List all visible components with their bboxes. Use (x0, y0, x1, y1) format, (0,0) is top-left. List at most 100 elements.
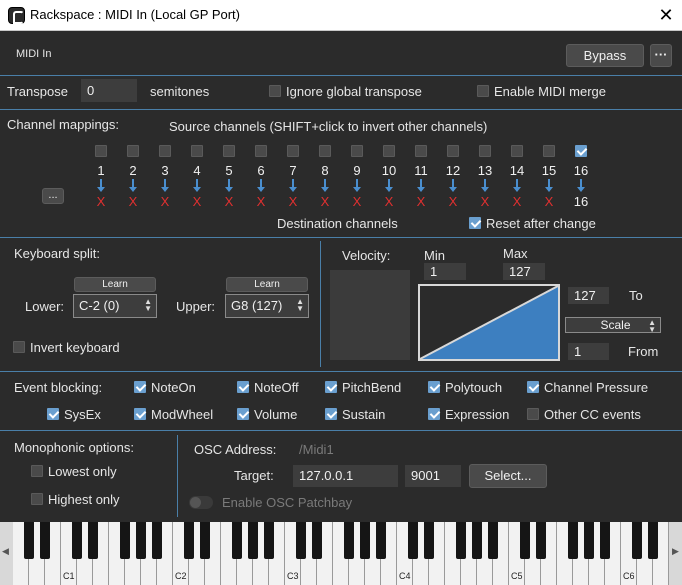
source-channel-checkbox[interactable] (447, 145, 459, 157)
destination-channel[interactable]: X (157, 194, 173, 209)
destination-channel[interactable]: X (349, 194, 365, 209)
piano-black-key[interactable] (120, 522, 130, 559)
destination-channel[interactable]: X (125, 194, 141, 209)
piano-black-key[interactable] (296, 522, 306, 559)
upper-split-select[interactable]: G8 (127) ▲ ▼ (225, 294, 309, 318)
destination-channel[interactable]: X (509, 194, 525, 209)
osc-ip-input[interactable]: 127.0.0.1 (293, 465, 398, 487)
event-block-checkbox[interactable] (47, 408, 59, 420)
piano-black-key[interactable] (152, 522, 162, 559)
velocity-to-input[interactable]: 127 (568, 287, 609, 304)
piano-black-key[interactable] (456, 522, 466, 559)
source-channel-checkbox[interactable] (223, 145, 235, 157)
piano-black-key[interactable] (408, 522, 418, 559)
piano-black-key[interactable] (648, 522, 658, 559)
velocity-min-input[interactable]: 1 (424, 263, 466, 280)
source-channel-checkbox[interactable] (287, 145, 299, 157)
velocity-mode-select[interactable]: Scale ▲ ▼ (565, 317, 661, 334)
keyboard-scroll-right[interactable]: ▶ (669, 522, 682, 585)
source-channel-checkbox[interactable] (479, 145, 491, 157)
piano-keyboard[interactable]: ◀ ▶ C1 C2 C3 C4 C5 C6 (0, 522, 682, 585)
piano-black-key[interactable] (88, 522, 98, 559)
piano-black-key[interactable] (520, 522, 530, 559)
destination-channel[interactable]: X (381, 194, 397, 209)
piano-black-key[interactable] (568, 522, 578, 559)
piano-black-key[interactable] (424, 522, 434, 559)
piano-black-key[interactable] (344, 522, 354, 559)
destination-channel[interactable]: X (445, 194, 461, 209)
lowest-only-checkbox[interactable] (31, 465, 43, 477)
source-channel-checkbox[interactable] (511, 145, 523, 157)
source-channel-checkbox[interactable] (127, 145, 139, 157)
source-channel-checkbox[interactable] (255, 145, 267, 157)
source-channel-checkbox[interactable] (319, 145, 331, 157)
piano-black-key[interactable] (632, 522, 642, 559)
ignore-global-transpose-checkbox[interactable] (269, 85, 281, 97)
osc-port-input[interactable]: 9001 (405, 465, 461, 487)
piano-black-key[interactable] (360, 522, 370, 559)
destination-channel[interactable]: X (221, 194, 237, 209)
velocity-from-input[interactable]: 1 (568, 343, 609, 360)
piano-black-key[interactable] (376, 522, 386, 559)
piano-black-key[interactable] (24, 522, 34, 559)
piano-black-key[interactable] (136, 522, 146, 559)
piano-black-key[interactable] (264, 522, 274, 559)
more-options-button[interactable]: ··· (650, 44, 672, 67)
piano-black-key[interactable] (232, 522, 242, 559)
event-block-checkbox[interactable] (325, 381, 337, 393)
event-block-checkbox[interactable] (428, 381, 440, 393)
destination-channel[interactable]: X (413, 194, 429, 209)
osc-select-button[interactable]: Select... (469, 464, 547, 488)
source-channel-checkbox[interactable] (415, 145, 427, 157)
close-icon[interactable]: ✕ (654, 3, 678, 27)
reset-after-change-checkbox[interactable] (469, 217, 481, 229)
source-channel-checkbox[interactable] (191, 145, 203, 157)
event-block-checkbox[interactable] (527, 381, 539, 393)
invert-keyboard-checkbox[interactable] (13, 341, 25, 353)
event-block-checkbox[interactable] (237, 408, 249, 420)
source-channel-checkbox[interactable] (575, 145, 587, 157)
event-block-checkbox[interactable] (527, 408, 539, 420)
piano-black-key[interactable] (184, 522, 194, 559)
osc-patchbay-toggle[interactable] (189, 496, 213, 509)
source-channel-checkbox[interactable] (383, 145, 395, 157)
event-block-checkbox[interactable] (237, 381, 249, 393)
destination-channel[interactable]: X (189, 194, 205, 209)
enable-midi-merge-checkbox[interactable] (477, 85, 489, 97)
bypass-button[interactable]: Bypass (566, 44, 644, 67)
destination-channel[interactable]: X (477, 194, 493, 209)
upper-learn-button[interactable]: Learn (226, 277, 308, 292)
velocity-curve[interactable] (418, 284, 560, 361)
highest-only-checkbox[interactable] (31, 493, 43, 505)
source-channel-checkbox[interactable] (95, 145, 107, 157)
piano-black-key[interactable] (584, 522, 594, 559)
event-block-checkbox[interactable] (325, 408, 337, 420)
destination-channel[interactable]: 16 (573, 194, 589, 209)
piano-black-key[interactable] (200, 522, 210, 559)
destination-channel[interactable]: X (253, 194, 269, 209)
channel-more-button[interactable]: ... (42, 188, 64, 204)
lower-split-select[interactable]: C-2 (0) ▲ ▼ (73, 294, 157, 318)
piano-black-key[interactable] (40, 522, 50, 559)
event-block-checkbox[interactable] (134, 408, 146, 420)
event-block-checkbox[interactable] (428, 408, 440, 420)
event-block-checkbox[interactable] (134, 381, 146, 393)
source-channel-checkbox[interactable] (543, 145, 555, 157)
piano-black-key[interactable] (600, 522, 610, 559)
piano-black-key[interactable] (312, 522, 322, 559)
piano-black-key[interactable] (488, 522, 498, 559)
piano-black-key[interactable] (248, 522, 258, 559)
source-channel-checkbox[interactable] (159, 145, 171, 157)
destination-channel[interactable]: X (541, 194, 557, 209)
piano-black-key[interactable] (536, 522, 546, 559)
source-channel-checkbox[interactable] (351, 145, 363, 157)
velocity-max-input[interactable]: 127 (503, 263, 545, 280)
keyboard-scroll-left[interactable]: ◀ (0, 522, 13, 585)
destination-channel[interactable]: X (317, 194, 333, 209)
piano-black-key[interactable] (72, 522, 82, 559)
piano-black-key[interactable] (472, 522, 482, 559)
destination-channel[interactable]: X (285, 194, 301, 209)
transpose-input[interactable]: 0 (81, 79, 137, 102)
lower-learn-button[interactable]: Learn (74, 277, 156, 292)
destination-channel[interactable]: X (93, 194, 109, 209)
